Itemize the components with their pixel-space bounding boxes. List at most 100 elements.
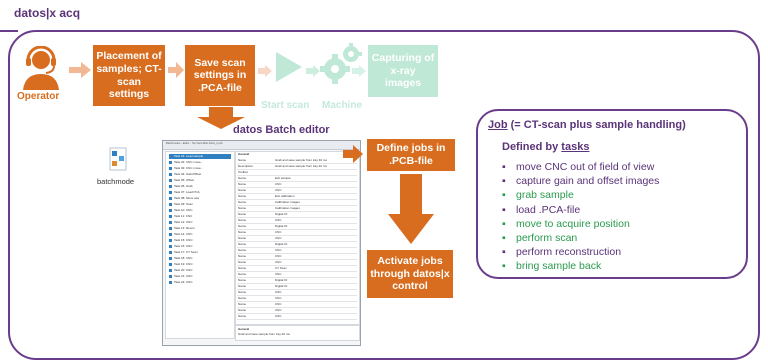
property-value: CNC: [275, 218, 282, 222]
property-value: CNC: [275, 308, 282, 312]
list-item[interactable]: Task 08: Move acq: [169, 196, 199, 201]
property-key: Name: [238, 272, 247, 276]
editor-task-list: Task 01: Load sample Task 02: CNC move...…: [165, 151, 235, 339]
arrow-save-to-start: [258, 64, 272, 82]
list-item[interactable]: Task 11: CNC: [169, 214, 192, 219]
editor-property-grid: General Name Grab and save sample from tr…: [235, 151, 360, 325]
list-item[interactable]: Task 03: CNC move...: [169, 166, 203, 171]
property-key: Name: [238, 254, 247, 258]
task-icon: [169, 154, 172, 158]
task-text: move to acquire position: [516, 217, 630, 230]
list-item[interactable]: Task 10: CNC: [169, 208, 193, 213]
task-icon: [169, 160, 172, 164]
machine-label: Machine: [322, 100, 363, 111]
job-word: Job: [488, 119, 508, 131]
property-key: Name: [238, 284, 247, 288]
task-icon: [169, 262, 172, 266]
property-value: CNC: [275, 272, 282, 276]
bullet-icon: ▪: [502, 203, 506, 216]
property-key: Name: [238, 182, 247, 186]
footer-text: Grab and save sample from tray 40 ms: [238, 332, 290, 336]
property-value: CNC: [275, 254, 282, 258]
list-item[interactable]: Task 05: Offset: [169, 178, 194, 183]
list-item[interactable]: Task 15: CNC: [169, 238, 193, 243]
list-item-label: Task 17: CT Scan: [174, 250, 198, 254]
list-item[interactable]: Task 19: CNC: [169, 262, 193, 267]
task-item: ▪ bring sample back: [502, 260, 601, 272]
list-item[interactable]: Task 21: CNC: [169, 274, 193, 279]
frame-top-line: [0, 30, 18, 32]
list-item-label: Task 08: Move acq: [174, 196, 200, 200]
batch-editor-title: datos Batch editor: [233, 124, 330, 136]
list-item[interactable]: Task 02: CNC move...: [169, 160, 203, 165]
list-item[interactable]: Task 18: CNC: [169, 256, 193, 261]
list-item[interactable]: Task 07: Load PCA: [169, 190, 200, 195]
property-value: Digital IO: [275, 212, 288, 216]
define-jobs-box: Define jobs in .PCB-file: [367, 139, 455, 171]
property-value: Exit calibration: [275, 194, 295, 198]
list-item[interactable]: Task 14: CNC: [169, 232, 193, 237]
property-key: Description: [238, 164, 254, 168]
property-value: CNC: [275, 290, 282, 294]
property-key: Name: [238, 206, 247, 210]
footer-label: General: [238, 327, 250, 331]
task-icon: [169, 208, 172, 212]
property-key: Name: [238, 260, 247, 264]
arrow-placement-to-save: [168, 62, 184, 83]
batch-editor-window: Batchmodus - Editor - Top.Verw.Mob.Parts…: [162, 140, 361, 346]
page-title: datos|x acq: [14, 6, 81, 20]
list-item[interactable]: Task 13: Recon: [169, 226, 195, 231]
list-item-label: Task 09: Scan: [174, 202, 193, 206]
list-item[interactable]: Task 22: CNC: [169, 280, 193, 285]
list-item[interactable]: Task 01: Load sample: [169, 154, 231, 159]
property-key: Name: [238, 308, 247, 312]
grid-header: General: [238, 152, 250, 156]
arrow-operator-to-placement: [69, 62, 91, 83]
task-text: perform scan: [516, 232, 578, 244]
task-text: capture gain and offset images: [516, 175, 660, 188]
property-key: Name: [238, 290, 247, 294]
editor-titlebar: Batchmodus - Editor - Top.Verw.Mob.Parts…: [163, 141, 360, 150]
property-value: CNC: [275, 248, 282, 252]
list-item[interactable]: Task 12: CNC: [169, 220, 193, 225]
operator-icon: [18, 45, 64, 90]
list-item[interactable]: Task 17: CT Scan: [169, 250, 198, 255]
arrow-start-to-machine: [306, 64, 320, 82]
table-row[interactable]: Name CNC: [237, 314, 357, 320]
batchmode-app-icon[interactable]: [98, 146, 138, 174]
task-text: load .PCA-file: [516, 203, 581, 216]
arrow-editor-to-define: [343, 145, 363, 168]
property-value: Digital IO: [275, 278, 288, 282]
list-item[interactable]: Task 09: Scan: [169, 202, 193, 207]
property-key: Name: [238, 296, 247, 300]
list-item-label: Task 14: CNC: [174, 232, 193, 236]
list-item-label: Task 04: Gain/Offset: [174, 172, 202, 176]
list-item-label: Task 16: CNC: [174, 244, 193, 248]
bullet-icon: ▪: [502, 232, 506, 244]
list-item-label: Task 21: CNC: [174, 274, 193, 278]
property-value: CNC: [275, 182, 282, 186]
list-item-label: Task 18: CNC: [174, 256, 193, 260]
property-value: CNC: [275, 230, 282, 234]
property-value: Grab and save sample from tray 40 ms: [275, 158, 327, 162]
task-icon: [169, 274, 172, 278]
task-icon: [169, 220, 172, 224]
list-item[interactable]: Task 04: Gain/Offset: [169, 172, 201, 177]
task-icon: [169, 268, 172, 272]
bullet-icon: ▪: [502, 189, 506, 202]
job-heading: Job (= CT-scan plus sample handling): [488, 119, 686, 131]
list-item[interactable]: Task 16: CNC: [169, 244, 193, 249]
task-item: ▪ load .PCA-file: [502, 203, 581, 216]
property-key: Name: [238, 242, 247, 246]
property-key: Name: [238, 212, 247, 216]
list-item-label: Task 03: CNC move...: [174, 166, 204, 170]
job-heading-rest: (= CT-scan plus sample handling): [507, 119, 686, 131]
list-item[interactable]: Task 06: Grab: [169, 184, 193, 189]
task-icon: [169, 172, 172, 176]
property-key: Name: [238, 194, 247, 198]
save-scan-step-box: Save scan settings in .PCA-file: [185, 45, 255, 106]
list-item[interactable]: Task 20: CNC: [169, 268, 193, 273]
list-item-label: Task 12: CNC: [174, 220, 193, 224]
task-icon: [169, 202, 172, 206]
batchmode-label: batchmode: [97, 177, 135, 186]
